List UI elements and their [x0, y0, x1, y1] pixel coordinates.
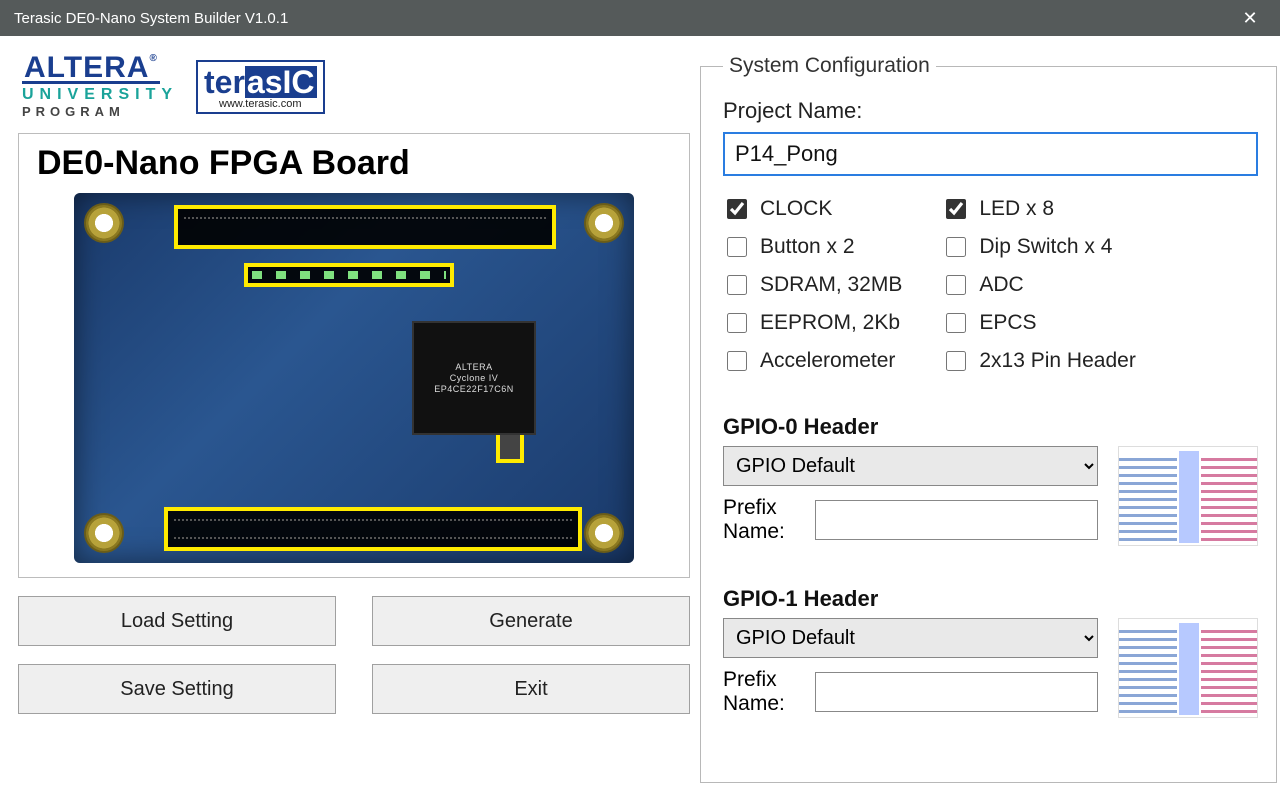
check-adc[interactable]: ADC: [942, 272, 1135, 298]
checks-col-right: LED x 8 Dip Switch x 4 ADC EPCS 2x13 Pin…: [942, 196, 1135, 374]
check-pinheader[interactable]: 2x13 Pin Header: [942, 348, 1135, 374]
board-panel: DE0-Nano FPGA Board ALTERA Cyclone IV EP…: [18, 133, 690, 578]
gpio0-select[interactable]: GPIO Default: [723, 446, 1098, 486]
check-epcs[interactable]: EPCS: [942, 310, 1135, 336]
close-icon[interactable]: ✕: [1230, 0, 1270, 36]
project-name-input[interactable]: [723, 132, 1258, 176]
gpio1-highlight: [164, 507, 582, 551]
gpio0-prefix-label: Prefix Name:: [723, 496, 805, 544]
check-clock[interactable]: CLOCK: [723, 196, 902, 222]
board-title: DE0-Nano FPGA Board: [37, 144, 675, 183]
gpio0-pinout-diagram: [1118, 446, 1258, 546]
gpio1-block: GPIO-1 Header GPIO Default Prefix Name:: [723, 586, 1258, 718]
left-pane: ALTERA® UNIVERSITY PROGRAM terasIC www.t…: [18, 54, 690, 783]
gpio0-highlight: [174, 205, 556, 249]
project-name-label: Project Name:: [723, 98, 1258, 124]
altera-logo: ALTERA® UNIVERSITY PROGRAM: [22, 54, 178, 119]
gpio1-select[interactable]: GPIO Default: [723, 618, 1098, 658]
check-led[interactable]: LED x 8: [942, 196, 1135, 222]
window-title: Terasic DE0-Nano System Builder V1.0.1: [14, 10, 288, 27]
load-setting-button[interactable]: Load Setting: [18, 596, 336, 646]
gpio0-title: GPIO-0 Header: [723, 414, 1258, 440]
checks-col-left: CLOCK Button x 2 SDRAM, 32MB EEPROM, 2Kb…: [723, 196, 902, 374]
gpio1-prefix-label: Prefix Name:: [723, 668, 805, 716]
save-setting-button[interactable]: Save Setting: [18, 664, 336, 714]
peripheral-checks: CLOCK Button x 2 SDRAM, 32MB EEPROM, 2Kb…: [723, 196, 1258, 374]
right-pane: System Configuration Project Name: CLOCK…: [700, 54, 1277, 783]
gpio0-block: GPIO-0 Header GPIO Default Prefix Name:: [723, 414, 1258, 546]
terasic-logo: terasIC www.terasic.com: [196, 60, 325, 114]
fpga-chip: ALTERA Cyclone IV EP4CE22F17C6N: [414, 323, 534, 433]
led-highlight: [244, 263, 454, 287]
gpio1-prefix-input[interactable]: [815, 672, 1098, 712]
check-sdram[interactable]: SDRAM, 32MB: [723, 272, 902, 298]
system-configuration-legend: System Configuration: [723, 54, 936, 78]
logos: ALTERA® UNIVERSITY PROGRAM terasIC www.t…: [18, 54, 690, 119]
gpio1-pinout-diagram: [1118, 618, 1258, 718]
check-dipswitch[interactable]: Dip Switch x 4: [942, 234, 1135, 260]
system-configuration: System Configuration Project Name: CLOCK…: [700, 54, 1277, 783]
check-eeprom[interactable]: EEPROM, 2Kb: [723, 310, 902, 336]
check-accelerometer[interactable]: Accelerometer: [723, 348, 902, 374]
titlebar: Terasic DE0-Nano System Builder V1.0.1 ✕: [0, 0, 1280, 36]
gpio0-prefix-input[interactable]: [815, 500, 1098, 540]
exit-button[interactable]: Exit: [372, 664, 690, 714]
board-image: ALTERA Cyclone IV EP4CE22F17C6N: [74, 193, 634, 563]
generate-button[interactable]: Generate: [372, 596, 690, 646]
window-body: ALTERA® UNIVERSITY PROGRAM terasIC www.t…: [0, 36, 1280, 797]
gpio1-title: GPIO-1 Header: [723, 586, 1258, 612]
check-button[interactable]: Button x 2: [723, 234, 902, 260]
